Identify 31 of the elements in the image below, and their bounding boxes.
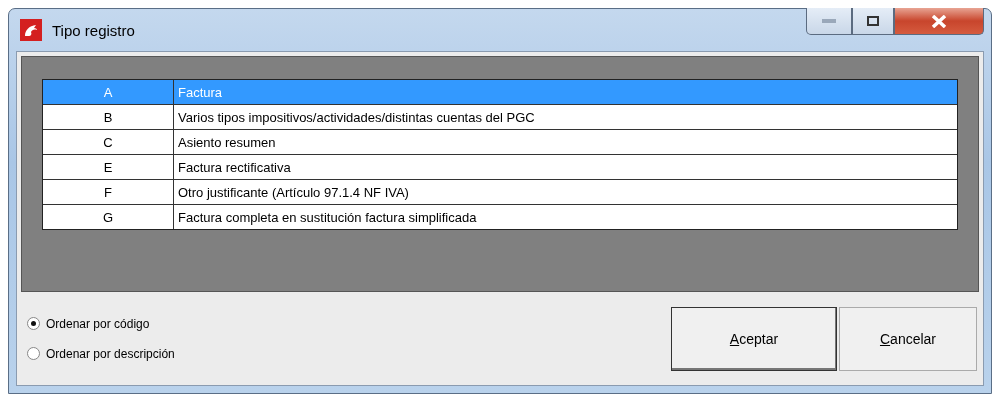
code-cell: B	[43, 105, 174, 129]
close-button[interactable]	[894, 8, 984, 35]
app-logo-icon	[20, 19, 42, 41]
code-cell: E	[43, 155, 174, 179]
accept-button[interactable]: Aceptar	[671, 306, 837, 371]
minimize-icon	[822, 19, 836, 23]
close-icon	[931, 14, 947, 28]
code-cell: A	[43, 80, 174, 104]
table-row[interactable]: C Asiento resumen	[43, 130, 957, 155]
description-cell-text: Asiento resumen	[177, 133, 277, 152]
radio-button[interactable]	[27, 347, 40, 360]
table-row[interactable]: B Varios tipos impositivos/actividades/distintas cuentas del PGC	[43, 105, 957, 130]
table-row[interactable]: F Otro justificante (Artículo 97.1.4 NF IVA)	[43, 180, 957, 205]
description-cell-text: Factura rectificativa	[177, 158, 292, 177]
description-cell-text: Varios tipos impositivos/actividades/distintas cuentas del PGC	[177, 108, 536, 127]
window-title: Tipo registro	[52, 21, 136, 39]
radio-label: Ordenar por descripción	[46, 346, 175, 361]
minimize-button[interactable]	[806, 8, 852, 35]
maximize-icon	[867, 16, 879, 26]
code-cell: C	[43, 130, 174, 154]
table-row[interactable]: E Factura rectificativa	[43, 155, 957, 180]
description-cell-text: Otro justificante (Artículo 97.1.4 NF IVA)	[177, 183, 410, 202]
description-cell-text: Factura completa en sustitución factura simplificada	[177, 208, 478, 227]
maximize-button[interactable]	[852, 8, 894, 35]
radio-dot-icon	[31, 321, 36, 326]
cancel-button[interactable]: Cancelar	[839, 306, 977, 371]
radio-button[interactable]	[27, 317, 40, 330]
code-cell: G	[43, 205, 174, 229]
radio-label: Ordenar por código	[46, 316, 150, 331]
code-cell: F	[43, 180, 174, 204]
description-cell-text: Factura	[177, 83, 224, 102]
